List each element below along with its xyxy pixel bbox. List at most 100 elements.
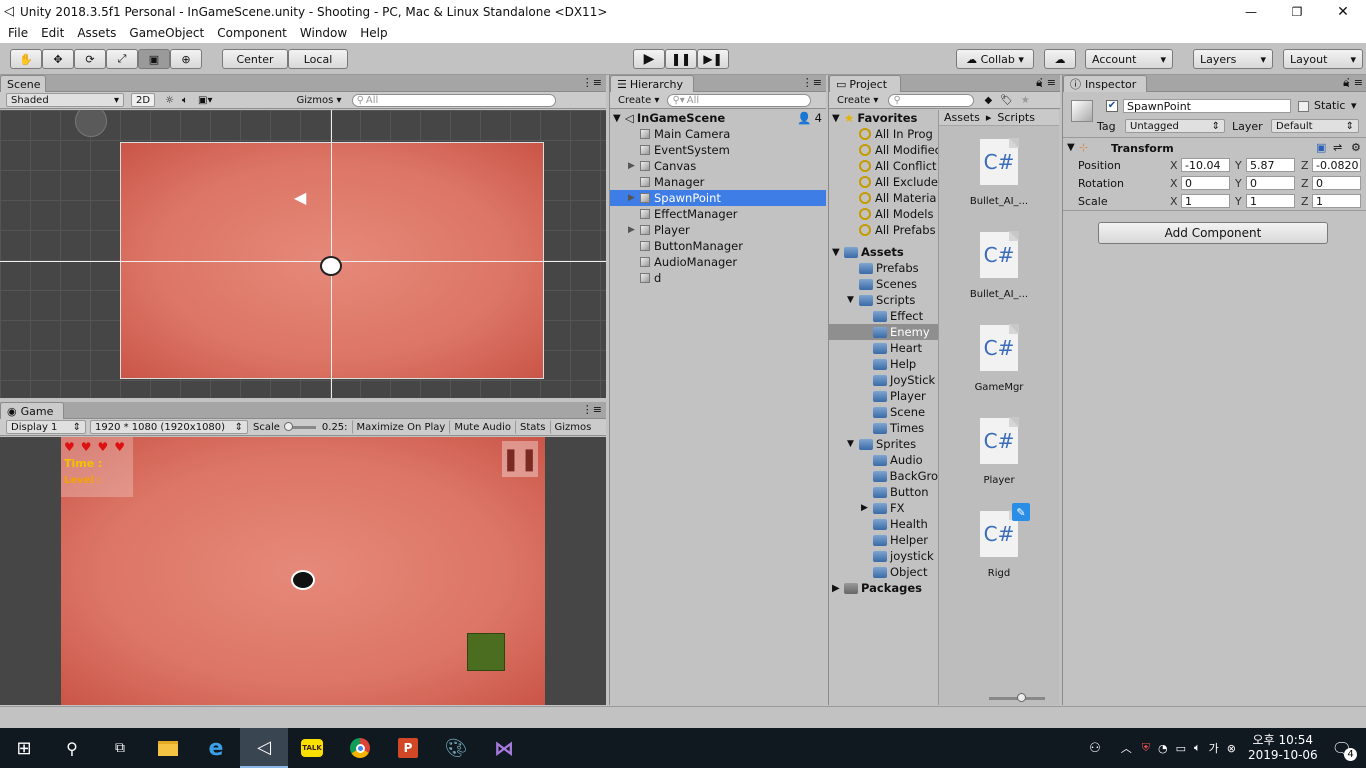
script-file[interactable]: C# Bullet_AI_... bbox=[939, 231, 1059, 300]
scale-slider[interactable] bbox=[283, 421, 316, 431]
folder-button[interactable]: Button bbox=[829, 484, 938, 500]
hierarchy-item-effectmanager[interactable]: EffectManager bbox=[610, 206, 826, 222]
favorite-item[interactable]: All Exclude bbox=[829, 174, 938, 190]
folder-scene[interactable]: Scene bbox=[829, 404, 938, 420]
step-button[interactable]: ▶❚ bbox=[697, 49, 729, 69]
inspector-menu-icon[interactable]: ⋮≡ bbox=[1343, 76, 1363, 89]
scene-search-input[interactable]: ⚲ All bbox=[351, 93, 556, 107]
task-view-icon[interactable]: ⧉ bbox=[96, 728, 144, 768]
favorite-item[interactable]: All Prefabs bbox=[829, 222, 938, 238]
favorite-item[interactable]: All In Prog bbox=[829, 126, 938, 142]
shading-mode-dropdown[interactable]: Shaded ▾ bbox=[6, 93, 124, 107]
tab-scene[interactable]: Scene bbox=[0, 75, 46, 92]
settings-gear-icon[interactable]: ⚙ bbox=[1351, 141, 1361, 154]
gizmos-dropdown[interactable]: Gizmos ▾ bbox=[293, 93, 346, 107]
menu-edit[interactable]: Edit bbox=[41, 26, 64, 40]
folder-enemy[interactable]: Enemy bbox=[829, 324, 938, 340]
assets-row[interactable]: ▼ Assets bbox=[829, 244, 938, 260]
windows-start-icon[interactable]: ⊞ bbox=[0, 728, 48, 768]
expand-arrow-icon[interactable]: ▶ bbox=[628, 225, 640, 235]
transform-y-field[interactable]: 0 bbox=[1246, 176, 1295, 190]
scene-viewport[interactable]: ◀ bbox=[0, 110, 606, 398]
favorites-arrow-icon[interactable]: ▼ bbox=[832, 113, 844, 124]
hierarchy-item-buttonmanager[interactable]: ButtonManager bbox=[610, 238, 826, 254]
folder-arrow-icon[interactable]: ▶ bbox=[861, 503, 873, 513]
rect-tool-button[interactable]: ▣ bbox=[138, 49, 170, 69]
battery-icon[interactable]: ▭ bbox=[1176, 742, 1186, 755]
menu-gameobject[interactable]: GameObject bbox=[129, 26, 204, 40]
pause-game-button[interactable]: ❚❚ bbox=[502, 441, 538, 477]
tab-project[interactable]: ▭ Project bbox=[829, 75, 901, 92]
show-hidden-icons-chevron[interactable]: ︿ bbox=[1121, 740, 1132, 756]
pivot-local-button[interactable]: Local bbox=[288, 49, 348, 69]
hierarchy-item-audiomanager[interactable]: AudioManager bbox=[610, 254, 826, 270]
hierarchy-item-d[interactable]: d bbox=[610, 270, 826, 286]
collab-dropdown[interactable]: ☁ Collab ▾ bbox=[956, 49, 1034, 69]
account-dropdown[interactable]: Account ▾ bbox=[1085, 49, 1173, 69]
transform-x-field[interactable]: -10.04 bbox=[1181, 158, 1230, 172]
folder-health[interactable]: Health bbox=[829, 516, 938, 532]
favorites-row[interactable]: ▼ ★ Favorites bbox=[829, 110, 938, 126]
folder-arrow-icon[interactable]: ▼ bbox=[847, 439, 859, 449]
hierarchy-item-player[interactable]: ▶ Player bbox=[610, 222, 826, 238]
search-icon[interactable]: ⚲ bbox=[48, 728, 96, 768]
folder-help[interactable]: Help bbox=[829, 356, 938, 372]
expand-arrow-icon[interactable]: ▶ bbox=[628, 161, 640, 171]
paint-icon[interactable]: 🎨︎ bbox=[432, 728, 480, 768]
close-button[interactable]: ✕ bbox=[1320, 4, 1366, 20]
folder-effect[interactable]: Effect bbox=[829, 308, 938, 324]
transform-tool-button[interactable]: ⊕ bbox=[170, 49, 202, 69]
move-tool-button[interactable]: ✥ bbox=[42, 49, 74, 69]
joystick-square[interactable] bbox=[467, 633, 505, 671]
folder-prefabs[interactable]: Prefabs bbox=[829, 260, 938, 276]
close-circle-icon[interactable]: ⊗ bbox=[1227, 742, 1236, 755]
layers-dropdown[interactable]: Layers ▾ bbox=[1193, 49, 1273, 69]
tab-inspector[interactable]: ⓘ Inspector bbox=[1063, 75, 1147, 92]
script-file[interactable]: C# Bullet_AI_... bbox=[939, 138, 1059, 207]
script-file[interactable]: C# GameMgr bbox=[939, 324, 1059, 393]
project-create-dropdown[interactable]: Create ▾ bbox=[833, 93, 882, 107]
layer-dropdown[interactable]: Default ⇕ bbox=[1271, 119, 1359, 133]
folder-player[interactable]: Player bbox=[829, 388, 938, 404]
breadcrumb-scripts[interactable]: Scripts bbox=[997, 111, 1035, 124]
transform-x-field[interactable]: 1 bbox=[1181, 194, 1230, 208]
transform-y-field[interactable]: 1 bbox=[1246, 194, 1295, 208]
visual-studio-icon[interactable]: ⋈ bbox=[480, 728, 528, 768]
play-button[interactable]: ▶ bbox=[633, 49, 665, 69]
favorite-item[interactable]: All Materia bbox=[829, 190, 938, 206]
static-dropdown-icon[interactable]: ▾ bbox=[1351, 99, 1357, 112]
stats-toggle[interactable]: Stats bbox=[514, 420, 550, 434]
menu-help[interactable]: Help bbox=[360, 26, 387, 40]
audio-icon[interactable]: 🔈︎ bbox=[182, 95, 188, 106]
breadcrumb-assets[interactable]: Assets bbox=[944, 111, 980, 124]
folder-joystick[interactable]: JoyStick bbox=[829, 372, 938, 388]
menu-assets[interactable]: Assets bbox=[77, 26, 116, 40]
folder-audio[interactable]: Audio bbox=[829, 452, 938, 468]
notification-center-icon[interactable]: 🗨︎ 4 bbox=[1332, 739, 1357, 761]
help-book-icon[interactable]: ▣ bbox=[1316, 141, 1326, 154]
tab-game[interactable]: ◉ Game bbox=[0, 402, 64, 419]
file-explorer-icon[interactable] bbox=[144, 728, 192, 768]
expand-arrow-icon[interactable]: ▶ bbox=[628, 193, 640, 203]
hierarchy-menu-icon[interactable]: ⋮≡ bbox=[802, 76, 822, 89]
display-dropdown[interactable]: Display 1 ⇕ bbox=[6, 420, 86, 434]
kakaotalk-icon[interactable]: TALK bbox=[288, 728, 336, 768]
powerpoint-icon[interactable]: P bbox=[384, 728, 432, 768]
scene-root-row[interactable]: ▼ ◁ InGameScene 👤 4 bbox=[610, 110, 826, 126]
transform-z-field[interactable]: 0 bbox=[1312, 176, 1361, 190]
panel-menu-icon[interactable]: ⋮≡ bbox=[582, 76, 602, 89]
gameobject-name-field[interactable]: SpawnPoint bbox=[1123, 99, 1291, 113]
volume-icon[interactable]: 🔈︎ bbox=[1194, 741, 1201, 755]
pivot-center-button[interactable]: Center bbox=[222, 49, 288, 69]
folder-object[interactable]: Object bbox=[829, 564, 938, 580]
icon-size-slider[interactable] bbox=[989, 693, 1045, 702]
wifi-icon[interactable]: ◔ bbox=[1158, 742, 1168, 755]
menu-window[interactable]: Window bbox=[300, 26, 347, 40]
project-menu-icon[interactable]: ⋮≡ bbox=[1036, 76, 1056, 89]
restore-button[interactable]: ❐ bbox=[1274, 5, 1320, 19]
2d-toggle[interactable]: 2D bbox=[131, 93, 156, 107]
hierarchy-item-canvas[interactable]: ▶ Canvas bbox=[610, 158, 826, 174]
hierarchy-item-manager[interactable]: Manager bbox=[610, 174, 826, 190]
mute-audio-toggle[interactable]: Mute Audio bbox=[449, 420, 515, 434]
hand-tool-button[interactable]: ✋ bbox=[10, 49, 42, 69]
